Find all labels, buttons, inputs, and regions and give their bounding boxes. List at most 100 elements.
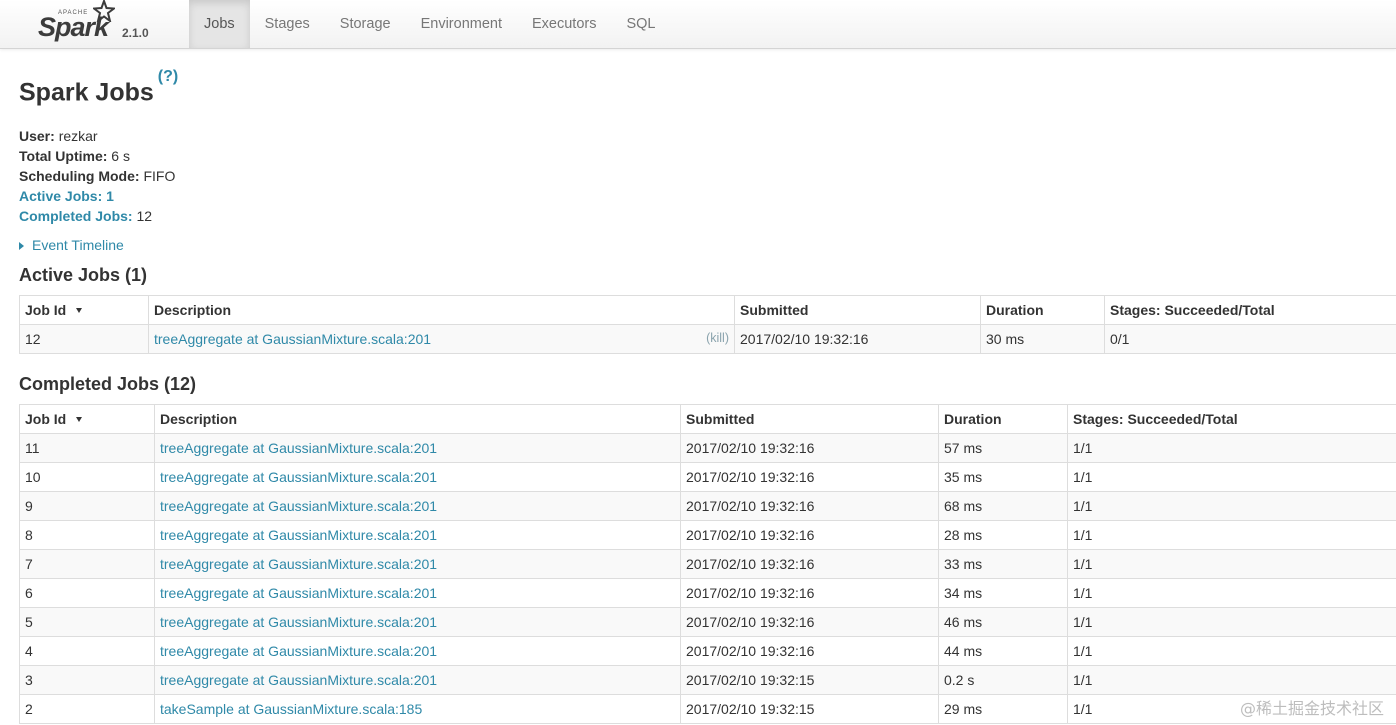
summary-active-value: 1 [106, 188, 114, 204]
job-description-link[interactable]: treeAggregate at GaussianMixture.scala:2… [160, 614, 437, 630]
table-row: 3 treeAggregate at GaussianMixture.scala:… [19, 665, 1396, 695]
job-description-cell: treeAggregate at GaussianMixture.scala:2… [154, 578, 681, 608]
col-duration[interactable]: Duration [938, 404, 1068, 434]
job-stages: 1/1 [1067, 462, 1396, 492]
job-stages: 1/1 [1067, 520, 1396, 550]
tab-stages[interactable]: Stages [250, 0, 325, 48]
job-description-link[interactable]: treeAggregate at GaussianMixture.scala:2… [154, 331, 431, 347]
active-jobs-heading: Active Jobs (1) [19, 265, 148, 285]
job-description-link[interactable]: treeAggregate at GaussianMixture.scala:2… [160, 440, 437, 456]
table-row: 12 treeAggregate at GaussianMixture.scal… [19, 324, 1396, 354]
spark-logo[interactable]: APACHE Spark 2.1.0 [38, 0, 168, 46]
job-submitted: 2017/02/10 19:32:15 [680, 665, 939, 695]
job-duration: 46 ms [938, 607, 1068, 637]
job-stages: 1/1 [1067, 636, 1396, 666]
job-description-link[interactable]: treeAggregate at GaussianMixture.scala:2… [160, 672, 437, 688]
job-description-cell: treeAggregate at GaussianMixture.scala:2… [154, 491, 681, 521]
summary-uptime: Total Uptime: 6 s [19, 146, 175, 166]
job-description-link[interactable]: treeAggregate at GaussianMixture.scala:2… [160, 498, 437, 514]
table-row: 7 treeAggregate at GaussianMixture.scala:… [19, 549, 1396, 579]
col-job-id[interactable]: Job Id [19, 404, 155, 434]
tab-jobs[interactable]: Jobs [189, 0, 250, 48]
job-description-cell: treeAggregate at GaussianMixture.scala:2… [154, 665, 681, 695]
summary-active-label: Active Jobs: [19, 188, 103, 204]
col-stages[interactable]: Stages: Succeeded/Total [1104, 295, 1396, 325]
job-duration: 35 ms [938, 462, 1068, 492]
event-timeline-toggle[interactable]: Event Timeline [19, 236, 124, 254]
job-duration: 34 ms [938, 578, 1068, 608]
table-row: 8 treeAggregate at GaussianMixture.scala:… [19, 520, 1396, 550]
job-description-link[interactable]: treeAggregate at GaussianMixture.scala:2… [160, 585, 437, 601]
job-id: 10 [19, 462, 155, 492]
job-id: 11 [19, 433, 155, 463]
job-submitted: 2017/02/10 19:32:16 [734, 324, 981, 354]
job-description-cell: treeAggregate at GaussianMixture.scala:2… [154, 636, 681, 666]
job-id: 6 [19, 578, 155, 608]
summary-uptime-label: Total Uptime: [19, 148, 108, 164]
summary-uptime-value: 6 s [111, 148, 130, 164]
col-description[interactable]: Description [154, 404, 681, 434]
summary-completed-jobs[interactable]: Completed Jobs: 12 [19, 206, 175, 226]
job-description-link[interactable]: treeAggregate at GaussianMixture.scala:2… [160, 527, 437, 543]
job-submitted: 2017/02/10 19:32:16 [680, 520, 939, 550]
sort-desc-icon [76, 417, 83, 422]
sort-desc-icon [76, 308, 83, 313]
job-description-link[interactable]: treeAggregate at GaussianMixture.scala:2… [160, 643, 437, 659]
col-submitted[interactable]: Submitted [680, 404, 939, 434]
job-duration: 0.2 s [938, 665, 1068, 695]
active-jobs-link[interactable]: Active Jobs: 1 [19, 188, 114, 204]
col-job-id[interactable]: Job Id [19, 295, 149, 325]
job-submitted: 2017/02/10 19:32:16 [680, 578, 939, 608]
job-summary: User: rezkar Total Uptime: 6 s Schedulin… [19, 126, 175, 226]
col-description[interactable]: Description [148, 295, 735, 325]
kill-link[interactable]: (kill) [706, 331, 729, 345]
page-title: Spark Jobs(?) [19, 68, 178, 107]
summary-completed-value: 12 [136, 208, 153, 224]
tab-sql[interactable]: SQL [611, 0, 670, 48]
table-row: 9 treeAggregate at GaussianMixture.scala:… [19, 491, 1396, 521]
job-id: 4 [19, 636, 155, 666]
tab-storage[interactable]: Storage [325, 0, 406, 48]
spark-star-icon [93, 0, 115, 22]
summary-mode-label: Scheduling Mode: [19, 168, 140, 184]
summary-user: User: rezkar [19, 126, 175, 146]
table-row: 5 treeAggregate at GaussianMixture.scala:… [19, 607, 1396, 637]
summary-user-value: rezkar [58, 128, 98, 144]
tab-environment[interactable]: Environment [406, 0, 517, 48]
tab-executors[interactable]: Executors [517, 0, 611, 48]
job-description-cell: treeAggregate at GaussianMixture.scala:2… [154, 433, 681, 463]
summary-mode-value: FIFO [143, 168, 176, 184]
active-jobs-header-row: Job Id Description Submitted Duration St… [19, 295, 1396, 325]
completed-jobs-table: Job Id Description Submitted Duration St… [19, 404, 1396, 724]
job-stages: 0/1 [1104, 324, 1396, 354]
col-job-id-label: Job Id [25, 302, 67, 318]
job-submitted: 2017/02/10 19:32:16 [680, 636, 939, 666]
job-description-link[interactable]: takeSample at GaussianMixture.scala:185 [160, 701, 422, 717]
summary-user-label: User: [19, 128, 55, 144]
col-submitted[interactable]: Submitted [734, 295, 981, 325]
job-duration: 33 ms [938, 549, 1068, 579]
summary-scheduling-mode: Scheduling Mode: FIFO [19, 166, 175, 186]
job-id: 8 [19, 520, 155, 550]
table-row: 10 treeAggregate at GaussianMixture.scala… [19, 462, 1396, 492]
summary-active-jobs[interactable]: Active Jobs: 1 [19, 186, 175, 206]
job-duration: 44 ms [938, 636, 1068, 666]
col-stages[interactable]: Stages: Succeeded/Total [1067, 404, 1396, 434]
col-duration[interactable]: Duration [980, 295, 1105, 325]
triangle-right-icon [19, 242, 24, 250]
job-duration: 28 ms [938, 520, 1068, 550]
job-id: 5 [19, 607, 155, 637]
table-row: 4 treeAggregate at GaussianMixture.scala:… [19, 636, 1396, 666]
job-stages: 1/1 [1067, 665, 1396, 695]
job-description-link[interactable]: treeAggregate at GaussianMixture.scala:2… [160, 469, 437, 485]
job-submitted: 2017/02/10 19:32:16 [680, 433, 939, 463]
job-submitted: 2017/02/10 19:32:15 [680, 694, 939, 724]
job-id: 9 [19, 491, 155, 521]
job-stages: 1/1 [1067, 433, 1396, 463]
help-icon[interactable]: (?) [158, 68, 178, 85]
job-description-link[interactable]: treeAggregate at GaussianMixture.scala:2… [160, 556, 437, 572]
job-submitted: 2017/02/10 19:32:16 [680, 462, 939, 492]
completed-jobs-link[interactable]: Completed Jobs: [19, 208, 133, 224]
job-stages: 1/1 [1067, 491, 1396, 521]
table-row: 6 treeAggregate at GaussianMixture.scala:… [19, 578, 1396, 608]
